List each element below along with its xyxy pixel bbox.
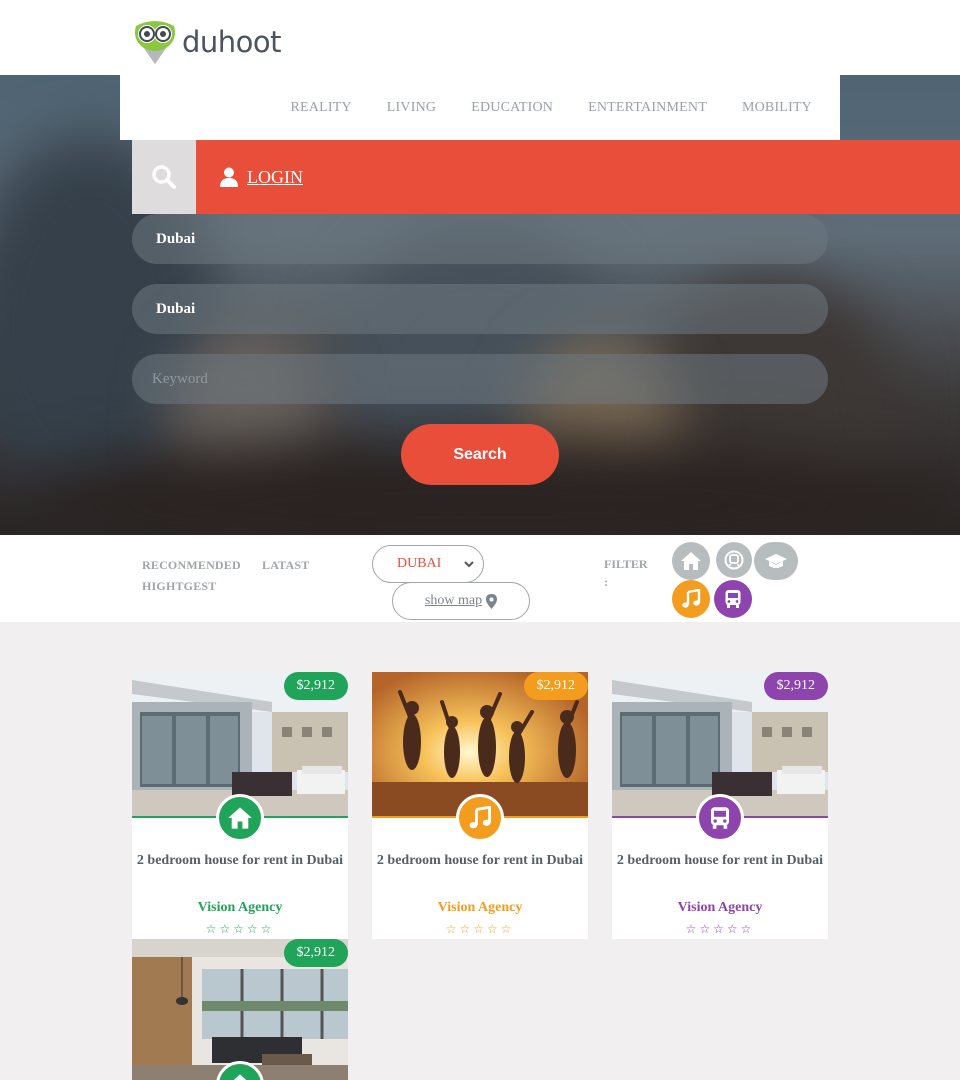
music-icon: [469, 806, 492, 829]
listing-title[interactable]: 2 bedroom house for rent in Dubai: [372, 853, 588, 869]
nav-mobility[interactable]: MOBILITY: [742, 100, 812, 116]
listing-title[interactable]: 2 bedroom house for rent in Dubai: [132, 853, 348, 869]
filter-label-colon: :: [604, 575, 608, 589]
nav-reality[interactable]: REALITY: [291, 100, 352, 116]
listing-card[interactable]: $2,912: [132, 939, 348, 1080]
keyword-input[interactable]: Keyword: [132, 354, 828, 404]
search-button[interactable]: Search: [401, 424, 559, 485]
star-rating[interactable]: ☆☆☆☆☆: [372, 922, 588, 936]
home-icon: [681, 552, 701, 570]
metro-icon: [724, 550, 744, 570]
location-field-1[interactable]: Dubai: [132, 214, 828, 264]
user-icon: [220, 167, 238, 187]
filter-home-button[interactable]: [672, 542, 710, 580]
price-badge: $2,912: [523, 672, 588, 700]
agency-name[interactable]: Vision Agency: [612, 900, 828, 916]
star-rating[interactable]: ☆☆☆☆☆: [132, 922, 348, 936]
agency-name[interactable]: Vision Agency: [372, 900, 588, 916]
agency-name[interactable]: Vision Agency: [132, 900, 348, 916]
filter-education-button[interactable]: [754, 542, 798, 580]
sort-highest[interactable]: HIGHTGEST: [142, 579, 217, 594]
owl-logo-icon: [135, 21, 175, 64]
price-badge: $2,912: [763, 672, 828, 700]
map-marker-icon: [486, 593, 498, 609]
home-icon: [233, 1074, 247, 1080]
listing-title[interactable]: 2 bedroom house for rent in Dubai: [612, 853, 828, 869]
nav-living[interactable]: LIVING: [387, 100, 436, 116]
listing-card[interactable]: $2,912 2 bedroom house for rent in Dubai…: [132, 672, 348, 939]
filter-label: FILTER :: [604, 555, 648, 591]
city-select-value: DUBAI: [397, 556, 442, 571]
bus-icon: [725, 590, 741, 608]
filter-music-button[interactable]: [672, 580, 710, 618]
listing-card[interactable]: $2,912 2 bedroom house for rent in Dubai…: [372, 672, 588, 939]
sort-latest[interactable]: LATAST: [262, 558, 309, 573]
location-field-2[interactable]: Dubai: [132, 284, 828, 334]
price-badge: $2,912: [283, 672, 348, 700]
top-header: duhoot: [0, 0, 960, 75]
search-icon: [152, 165, 176, 189]
show-map-button[interactable]: show map: [392, 582, 530, 620]
brand-name: duhoot: [182, 25, 282, 59]
home-icon: [228, 807, 252, 829]
nav-entertainment[interactable]: ENTERTAINMENT: [588, 100, 707, 116]
filter-metro-button[interactable]: [716, 542, 752, 578]
listing-card[interactable]: $2,912 2 bedroom house for rent in Dubai…: [612, 672, 828, 939]
category-badge: [456, 794, 504, 842]
city-select[interactable]: DUBAI: [372, 545, 484, 583]
bus-icon: [711, 807, 729, 829]
chevron-down-icon: [464, 561, 474, 568]
search-tab-button[interactable]: [132, 140, 196, 214]
login-bar: LOGIN: [132, 140, 960, 214]
show-map-label: show map: [424, 593, 483, 608]
brand-logo[interactable]: duhoot: [132, 18, 282, 66]
filter-label-text: FILTER: [604, 557, 648, 571]
sort-recommended[interactable]: RECONMENDED: [142, 558, 241, 573]
nav-education[interactable]: EDUCATION: [471, 100, 553, 116]
main-nav: REALITY LIVING EDUCATION ENTERTAINMENT M…: [120, 75, 840, 140]
category-badge: [696, 794, 744, 842]
graduation-cap-icon: [765, 554, 787, 568]
login-label: LOGIN: [247, 166, 303, 187]
category-badge: [216, 794, 264, 842]
login-link[interactable]: LOGIN: [196, 140, 960, 214]
music-icon: [682, 589, 701, 608]
filter-bus-button[interactable]: [714, 580, 752, 618]
star-rating[interactable]: ☆☆☆☆☆: [612, 922, 828, 936]
price-badge: $2,912: [283, 939, 348, 967]
